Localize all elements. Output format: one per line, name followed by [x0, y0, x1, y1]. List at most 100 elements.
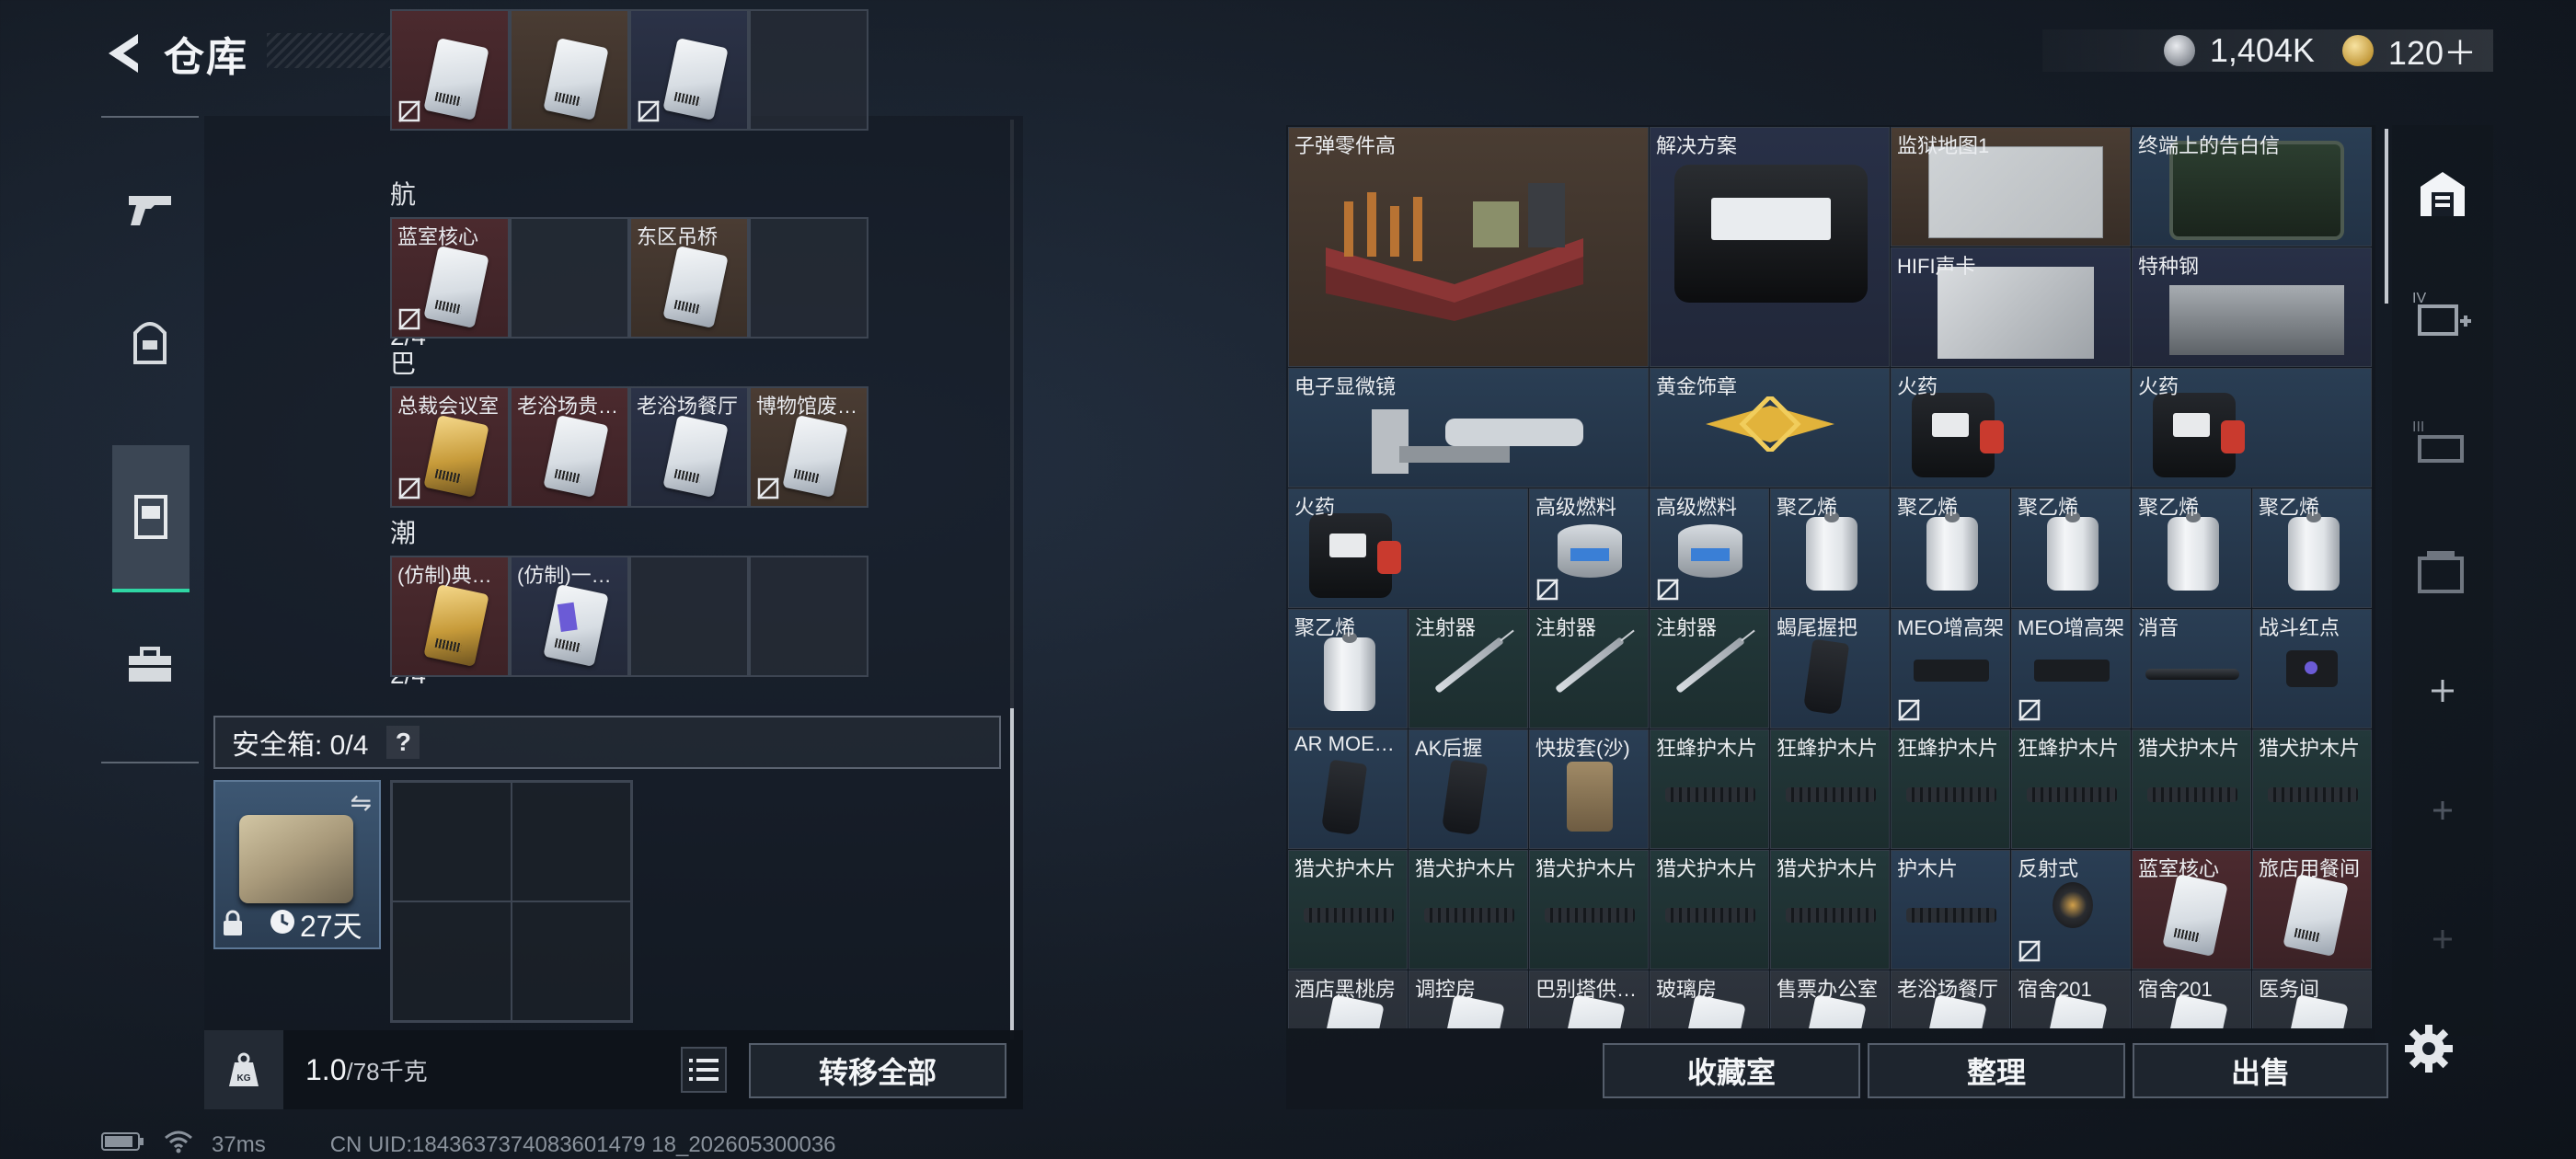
warehouse-item[interactable]: 猎犬护木片 [1288, 850, 1408, 970]
tab-supplies[interactable] [101, 596, 199, 734]
key-card-slot[interactable] [390, 9, 510, 131]
warehouse-item[interactable]: 宿舍201 [2011, 970, 2131, 1028]
warehouse-item[interactable]: 护木片 [1891, 850, 2010, 970]
add-tab[interactable] [2392, 640, 2493, 741]
key-card-slot[interactable]: 老浴场贵… [510, 386, 629, 508]
key-card-slot[interactable]: 老浴场餐厅 [629, 386, 749, 508]
warehouse-item[interactable]: 聚乙烯 [2011, 488, 2131, 608]
key-card-slot[interactable] [749, 9, 868, 131]
warehouse-item[interactable]: 监狱地图1 [1891, 127, 2131, 247]
warehouse-item[interactable]: 电子显微镜 [1288, 368, 1649, 488]
tab-storage[interactable] [112, 445, 190, 592]
warehouse-item[interactable]: 蓝室核心 [2132, 850, 2251, 970]
warehouse-item[interactable]: 聚乙烯 [2132, 488, 2251, 608]
warehouse-item[interactable]: 高级燃料 [1529, 488, 1649, 608]
gold-currency-value[interactable]: 120＋ [2388, 27, 2477, 75]
warehouse-item[interactable]: 狂蜂护木片 [2011, 729, 2131, 849]
warehouse-item[interactable]: 火药 [2132, 368, 2372, 488]
safe-slot[interactable] [512, 901, 631, 1021]
key-card-slot[interactable]: 东区吊桥 [629, 217, 749, 339]
warehouse-item[interactable]: 注射器 [1529, 609, 1649, 729]
warehouse-item[interactable]: 终端上的告白信 [2132, 127, 2372, 247]
safe-box-slot[interactable]: ⇋ 27天 [213, 780, 381, 949]
warehouse-item[interactable]: 火药 [1288, 488, 1528, 608]
help-icon[interactable]: ? [386, 726, 420, 759]
item-name: 护木片 [1897, 857, 1959, 880]
back-arrow-icon[interactable] [101, 30, 144, 76]
warehouse-item[interactable]: 旅店用餐间 [2252, 850, 2372, 970]
add-tab-3[interactable] [2392, 889, 2493, 990]
key-card-slot[interactable] [749, 217, 868, 339]
warehouse-item[interactable]: 狂蜂护木片 [1891, 729, 2010, 849]
warehouse-item[interactable]: 聚乙烯 [1288, 609, 1408, 729]
warehouse-item[interactable]: 狂蜂护木片 [1770, 729, 1890, 849]
warehouse-item[interactable]: 子弹零件高 [1288, 127, 1649, 367]
warehouse-item[interactable]: 宿舍201 [2132, 970, 2251, 1028]
warehouse-item[interactable]: 猎犬护木片 [1529, 850, 1649, 970]
warehouse-item[interactable]: 聚乙烯 [1770, 488, 1890, 608]
swap-icon[interactable]: ⇋ [351, 787, 372, 818]
key-card-slot[interactable] [629, 9, 749, 131]
warehouse-item[interactable]: MEO增高架 [1891, 609, 2010, 729]
key-card-slot[interactable] [749, 556, 868, 677]
storage-scrollbar[interactable] [1010, 708, 1014, 1030]
warehouse-item[interactable]: 蝎尾握把 [1770, 609, 1890, 729]
key-card-slot[interactable]: 蓝室核心 [390, 217, 510, 339]
add-tab-2[interactable] [2392, 760, 2493, 861]
expansion-tab-3[interactable]: III [2392, 392, 2493, 493]
warehouse-item[interactable]: 狂蜂护木片 [1650, 729, 1769, 849]
tab-armor[interactable] [101, 274, 199, 412]
warehouse-item[interactable]: 酒店黑桃房 [1288, 970, 1408, 1028]
warehouse-item[interactable]: HIFI声卡 [1891, 247, 2131, 367]
expansion-tab-4[interactable]: IV [2392, 263, 2493, 364]
warehouse-item[interactable]: 售票办公室 [1770, 970, 1890, 1028]
warehouse-item[interactable]: 战斗红点 [2252, 609, 2372, 729]
key-card-slot[interactable] [510, 9, 629, 131]
warehouse-item[interactable]: 火药 [1891, 368, 2131, 488]
warehouse-item[interactable]: 猎犬护木片 [1650, 850, 1769, 970]
warehouse-item[interactable]: 巴别塔供… [1529, 970, 1649, 1028]
warehouse-item[interactable]: 猎犬护木片 [2252, 729, 2372, 849]
warehouse-item[interactable]: 聚乙烯 [1891, 488, 2010, 608]
transfer-all-button[interactable]: 转移全部 [749, 1043, 1006, 1098]
warehouse-item[interactable]: AR MOE… [1288, 729, 1408, 849]
warehouse-item[interactable]: 高级燃料 [1650, 488, 1769, 608]
key-card-slot[interactable]: 总裁会议室 [390, 386, 510, 508]
list-view-icon[interactable] [681, 1047, 727, 1093]
safe-slot[interactable] [392, 901, 512, 1021]
warehouse-item[interactable]: 快拔套(沙) [1529, 729, 1649, 849]
warehouse-item[interactable]: 消音 [2132, 609, 2251, 729]
warehouse-item[interactable]: 玻璃房 [1650, 970, 1769, 1028]
key-card-slot[interactable]: (仿制)典… [390, 556, 510, 677]
collection-room-button[interactable]: 收藏室 [1603, 1043, 1860, 1098]
sell-button[interactable]: 出售 [2133, 1043, 2388, 1098]
warehouse-item[interactable]: 医务间 [2252, 970, 2372, 1028]
key-card-slot[interactable] [629, 556, 749, 677]
item-name: 解决方案 [1656, 134, 1738, 157]
warehouse-item[interactable]: 老浴场餐厅 [1891, 970, 2010, 1028]
warehouse-item[interactable]: 注射器 [1650, 609, 1769, 729]
key-card-slot[interactable] [510, 217, 629, 339]
warehouse-item[interactable]: 反射式 [2011, 850, 2131, 970]
safe-slot[interactable] [392, 782, 512, 901]
warehouse-item[interactable]: MEO增高架 [2011, 609, 2131, 729]
warehouse-tab[interactable] [2392, 143, 2493, 245]
warehouse-item[interactable]: 调控房 [1409, 970, 1528, 1028]
sort-button[interactable]: 整理 [1868, 1043, 2125, 1098]
warehouse-item[interactable]: 特种钢 [2132, 247, 2372, 367]
warehouse-item[interactable]: AK后握 [1409, 729, 1528, 849]
warehouse-item[interactable]: 注射器 [1409, 609, 1528, 729]
key-card-slot[interactable]: 博物馆废… [749, 386, 868, 508]
tab-weapons[interactable] [101, 140, 199, 278]
key-card-slot[interactable]: (仿制)一… [510, 556, 629, 677]
warehouse-item[interactable]: 解决方案 [1650, 127, 1890, 367]
warehouse-item[interactable]: 猎犬护木片 [2132, 729, 2251, 849]
warehouse-item[interactable]: 聚乙烯 [2252, 488, 2372, 608]
warehouse-scrollbar[interactable] [2385, 129, 2388, 304]
warehouse-item[interactable]: 黄金饰章 [1650, 368, 1890, 488]
warehouse-item[interactable]: 猎犬护木片 [1770, 850, 1890, 970]
warehouse-item[interactable]: 猎犬护木片 [1409, 850, 1528, 970]
settings-gear-icon[interactable] [2403, 1023, 2455, 1079]
expansion-tab-2[interactable] [2392, 521, 2493, 622]
safe-slot[interactable] [512, 782, 631, 901]
